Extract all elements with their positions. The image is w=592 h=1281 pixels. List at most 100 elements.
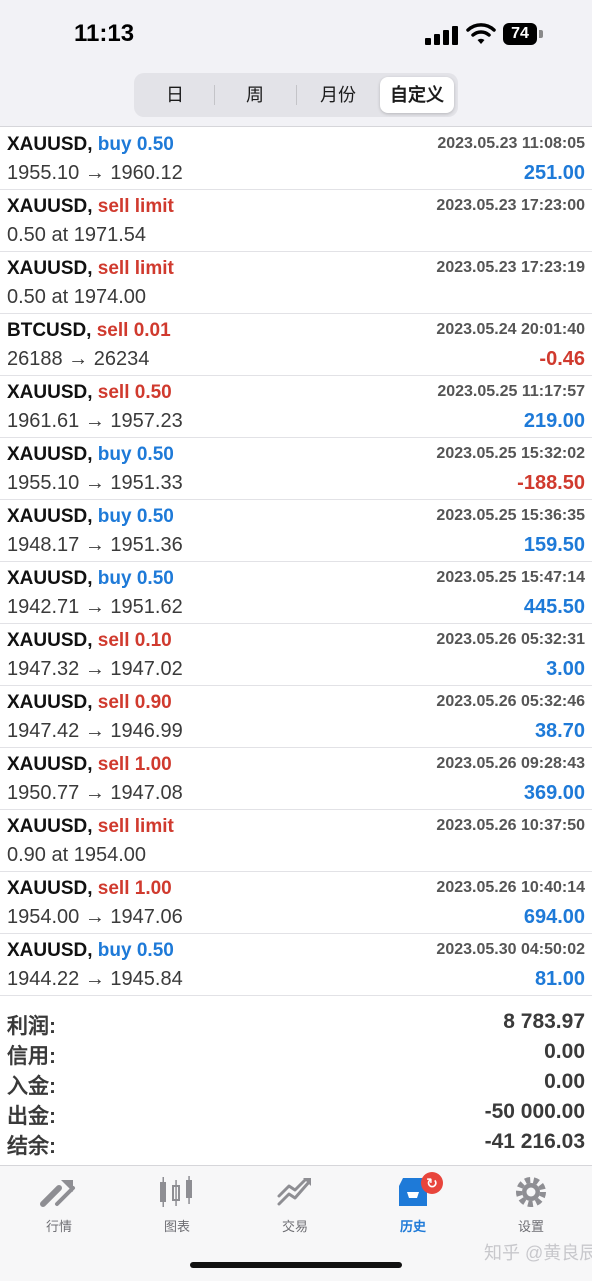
- trade-symbol: XAUUSD,: [7, 134, 93, 155]
- trade-profit: 3.00: [546, 658, 585, 680]
- summary-row: 结余: -41 216.03: [0, 1128, 592, 1158]
- trade-title: XAUUSD, sell 1.00: [7, 878, 172, 900]
- trade-row[interactable]: XAUUSD, sell 0.10 2023.05.26 05:32:31 1947…: [0, 624, 592, 686]
- trade-action: buy 0.50: [97, 568, 174, 589]
- trade-title: XAUUSD, sell 0.50: [7, 382, 172, 404]
- trade-price-detail: 1955.10 → 1960.12: [7, 162, 183, 184]
- trade-row[interactable]: XAUUSD, buy 0.50 2023.05.23 11:08:05 1955.…: [0, 128, 592, 190]
- trade-title: XAUUSD, buy 0.50: [7, 134, 174, 156]
- trade-title: XAUUSD, buy 0.50: [7, 568, 174, 590]
- trade-row[interactable]: XAUUSD, buy 0.50 2023.05.25 15:47:14 1942.…: [0, 562, 592, 624]
- segment-month[interactable]: 月份: [298, 77, 378, 113]
- tab-settings[interactable]: 设置: [472, 1174, 590, 1240]
- cellular-signal-icon: [425, 25, 459, 45]
- trade-action: sell limit: [97, 196, 174, 217]
- trade-row[interactable]: XAUUSD, sell limit 2023.05.23 17:23:00 0.5…: [0, 190, 592, 252]
- trade-time: 2023.05.26 05:32:46: [436, 693, 585, 710]
- trade-profit: 251.00: [523, 162, 585, 184]
- trade-row[interactable]: XAUUSD, sell 0.50 2023.05.25 11:17:57 1961…: [0, 376, 592, 438]
- summary-value: -50 000.00: [484, 1100, 585, 1123]
- trade-price-detail: 1947.42 → 1946.99: [7, 720, 183, 742]
- segment-custom[interactable]: 自定义: [380, 77, 454, 113]
- segment-day[interactable]: 日: [138, 77, 212, 113]
- trade-row[interactable]: XAUUSD, buy 0.50 2023.05.25 15:36:35 1948.…: [0, 500, 592, 562]
- trade-action: sell limit: [97, 258, 174, 279]
- trade-row[interactable]: BTCUSD, sell 0.01 2023.05.24 20:01:40 2618…: [0, 314, 592, 376]
- trade-title: XAUUSD, sell 0.90: [7, 692, 172, 714]
- trade-profit: 694.00: [523, 906, 585, 928]
- trade-price-detail: 1955.10 → 1951.33: [7, 472, 183, 494]
- trade-action: sell 0.10: [97, 630, 172, 651]
- trade-price-detail: 1954.00 → 1947.06: [7, 906, 183, 928]
- trade-row[interactable]: XAUUSD, buy 0.50 2023.05.25 15:32:02 1955.…: [0, 438, 592, 500]
- trade-row[interactable]: XAUUSD, sell 1.00 2023.05.26 10:40:14 1954…: [0, 872, 592, 934]
- tab-label: 行情: [45, 1219, 72, 1234]
- trade-row[interactable]: XAUUSD, sell 1.00 2023.05.26 09:28:43 1950…: [0, 748, 592, 810]
- trade-profit: 159.50: [523, 534, 585, 556]
- status-time: 11:13: [74, 20, 135, 47]
- trade-profit: -0.46: [539, 348, 585, 370]
- trade-symbol: XAUUSD,: [7, 630, 93, 651]
- trade-profit: 219.00: [523, 410, 585, 432]
- segment-divider: [296, 85, 297, 105]
- trade-time: 2023.05.30 04:50:02: [436, 941, 585, 958]
- trade-time: 2023.05.25 15:32:02: [436, 445, 585, 462]
- tab-history[interactable]: ↻ 历史: [354, 1172, 472, 1240]
- tab-label: 历史: [399, 1219, 426, 1234]
- trade-profit: 81.00: [534, 968, 585, 990]
- tab-chart[interactable]: 图表: [118, 1174, 236, 1240]
- trade-symbol: XAUUSD,: [7, 196, 93, 217]
- trade-action: buy 0.50: [97, 134, 174, 155]
- summary-row: 利润: 8 783.97: [0, 1008, 592, 1038]
- trade-time: 2023.05.25 15:47:14: [436, 569, 585, 586]
- summary-value: 0.00: [544, 1040, 585, 1063]
- summary-row: 入金: 0.00: [0, 1068, 592, 1098]
- trade-time: 2023.05.26 10:40:14: [436, 879, 585, 896]
- tab-label: 交易: [281, 1219, 308, 1234]
- summary-row: 信用: 0.00: [0, 1038, 592, 1068]
- tab-quotes[interactable]: 行情: [0, 1174, 118, 1240]
- summary-label: 利润:: [7, 1015, 56, 1038]
- trade-time: 2023.05.25 11:17:57: [437, 383, 585, 400]
- tab-trade[interactable]: 交易: [236, 1174, 354, 1240]
- trade-price-detail: 1942.71 → 1951.62: [7, 596, 183, 618]
- trade-symbol: XAUUSD,: [7, 692, 93, 713]
- trade-price-detail: 1947.32 → 1947.02: [7, 658, 183, 680]
- trade-symbol: XAUUSD,: [7, 444, 93, 465]
- trade-row[interactable]: XAUUSD, sell limit 2023.05.23 17:23:19 0.5…: [0, 252, 592, 314]
- trade-symbol: XAUUSD,: [7, 382, 93, 403]
- summary-label: 入金:: [7, 1075, 56, 1098]
- summary-label: 出金:: [7, 1105, 56, 1128]
- trade-profit: 369.00: [523, 782, 585, 804]
- trade-action: sell 0.50: [97, 382, 172, 403]
- trade-row[interactable]: XAUUSD, buy 0.50 2023.05.30 04:50:02 1944.…: [0, 934, 592, 996]
- header: 日 周 月份 自定义: [0, 70, 592, 127]
- period-segmented-control: 日 周 月份 自定义: [134, 73, 458, 117]
- summary-value: 8 783.97: [503, 1010, 585, 1033]
- trade-row[interactable]: XAUUSD, sell 0.90 2023.05.26 05:32:46 1947…: [0, 686, 592, 748]
- home-indicator: [190, 1262, 402, 1268]
- trade-price-detail: 1950.77 → 1947.08: [7, 782, 183, 804]
- trade-profit: 445.50: [523, 596, 585, 618]
- tab-label: 设置: [517, 1219, 544, 1234]
- trade-price-detail: 0.50 at 1974.00: [7, 286, 147, 308]
- trade-title: XAUUSD, sell limit: [7, 258, 174, 280]
- trade-profit: 38.70: [534, 720, 585, 742]
- trade-action: buy 0.50: [97, 506, 174, 527]
- trade-time: 2023.05.26 09:28:43: [436, 755, 585, 772]
- trade-symbol: XAUUSD,: [7, 878, 93, 899]
- summary-label: 信用:: [7, 1045, 56, 1068]
- trade-price-detail: 1948.17 → 1951.36: [7, 534, 183, 556]
- trade-time: 2023.05.25 15:36:35: [436, 507, 585, 524]
- segment-week[interactable]: 周: [216, 77, 294, 113]
- segment-divider: [214, 85, 215, 105]
- gear-icon: [516, 1177, 546, 1207]
- trade-action: sell 0.01: [96, 320, 171, 341]
- trade-row[interactable]: XAUUSD, sell limit 2023.05.26 10:37:50 0.9…: [0, 810, 592, 872]
- trade-symbol: BTCUSD,: [7, 320, 92, 341]
- trade-profit: -188.50: [517, 472, 585, 494]
- trade-icon: [277, 1178, 311, 1206]
- trade-symbol: XAUUSD,: [7, 754, 93, 775]
- account-summary: 利润: 8 783.97 信用: 0.00 入金: 0.00 出金: -50 000.00 结余…: [0, 1008, 592, 1158]
- trade-time: 2023.05.26 10:37:50: [436, 817, 585, 834]
